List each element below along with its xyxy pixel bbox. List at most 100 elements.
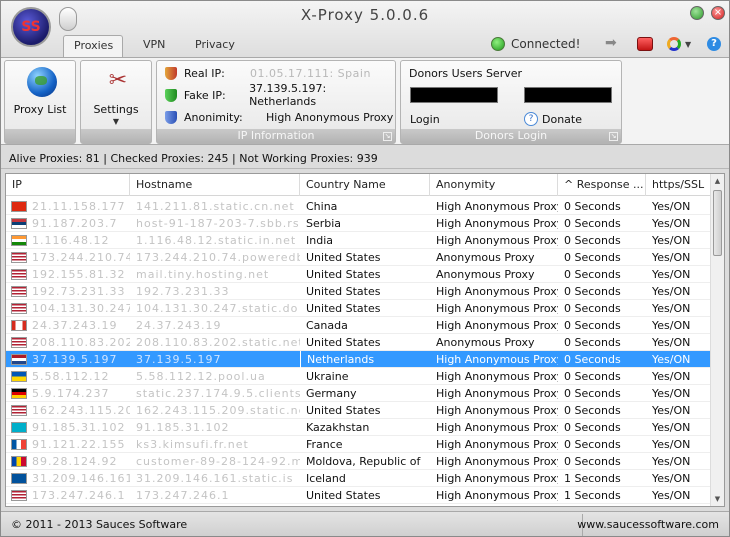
table-row[interactable]: 162.243.115.209 162.243.115.209.static.n…	[6, 402, 712, 419]
table-row[interactable]: 5.9.174.237 static.237.174.9.5.clients.n…	[6, 385, 712, 402]
column-header-hostname[interactable]: Hostname	[130, 174, 300, 196]
stop-icon[interactable]	[637, 37, 653, 51]
cell-ip: 21.11.158.177	[6, 198, 130, 215]
table-row[interactable]: 5.58.112.12 5.58.112.12.pool.ua Ukraine …	[6, 368, 712, 385]
table-row[interactable]: 24.37.243.19 24.37.243.19 Canada High An…	[6, 317, 712, 334]
proxy-list-footer	[5, 129, 75, 143]
column-header-ip[interactable]: IP	[6, 174, 130, 196]
cell-ip: 89.28.124.92	[6, 453, 130, 470]
table-row[interactable]: 91.121.22.155 ks3.kimsufi.fr.net France …	[6, 436, 712, 453]
vertical-scrollbar[interactable]: ▲ ▼	[710, 174, 724, 506]
table-row[interactable]: 192.155.81.32 mail.tiny.hosting.net Unit…	[6, 266, 712, 283]
column-header-country[interactable]: Country Name	[300, 174, 430, 196]
login-link[interactable]: Login	[410, 113, 440, 126]
anonimity-value: High Anonymous Proxy	[266, 110, 394, 124]
table-row[interactable]: 173.247.246.1 173.247.246.1 United State…	[6, 487, 712, 504]
cell-hostname: 192.73.231.33	[136, 285, 230, 298]
cell-anonymity: High Anonymous Proxy	[436, 285, 558, 298]
table-row[interactable]: 31.209.146.161 31.209.146.161.static.is …	[6, 470, 712, 487]
scroll-up-icon[interactable]: ▲	[711, 174, 724, 188]
ribbon: Proxy List ✂ Settings ▼ Real IP: 01.05.1…	[1, 57, 729, 145]
cell-hostname: ks3.kimsufi.fr.net	[136, 438, 249, 451]
fake-ip-row: Fake IP: 37.139.5.197: Netherlands	[165, 82, 395, 108]
cell-country: United States	[306, 404, 381, 417]
cell-ssl: Yes/ON	[652, 387, 691, 400]
donate-button[interactable]: ? Donate	[524, 112, 582, 126]
donors-title: Donors Users Server	[409, 67, 523, 80]
cell-hostname: mail.tiny.hosting.net	[136, 268, 270, 281]
cell-anonymity: High Anonymous Proxy	[436, 217, 558, 230]
table-row[interactable]: 21.11.158.177 141.211.81.static.cn.net C…	[6, 198, 712, 215]
theme-dropdown-icon[interactable]: ▼	[685, 40, 701, 54]
column-header-anonymity[interactable]: Anonymity	[430, 174, 558, 196]
ip-information-footer-text: IP Information	[237, 129, 315, 142]
ip-address: 104.131.30.247	[32, 302, 130, 315]
globe-icon	[27, 67, 57, 97]
table-row[interactable]: 1.116.48.12 1.116.48.12.static.in.net In…	[6, 232, 712, 249]
cell-ssl: Yes/ON	[652, 489, 691, 502]
table-row[interactable]: 104.131.30.247 104.131.30.247.static.do …	[6, 300, 712, 317]
arrow-right-icon[interactable]: ➡	[605, 36, 621, 51]
flag-icon	[11, 252, 27, 263]
expand-icon[interactable]: ↘	[609, 132, 618, 141]
cell-anonymity: High Anonymous Proxy	[436, 353, 558, 366]
shield-blue-icon	[165, 110, 177, 124]
table-row[interactable]: 173.244.210.74 173.244.210.74.poweredby …	[6, 249, 712, 266]
settings-button[interactable]: ✂ Settings ▼	[80, 60, 152, 144]
table-body: 21.11.158.177 141.211.81.static.cn.net C…	[6, 198, 712, 504]
cell-hostname: 173.244.210.74.poweredby	[136, 251, 300, 264]
proxy-summary: Alive Proxies: 81 | Checked Proxies: 245…	[1, 149, 729, 169]
cell-anonymity: High Anonymous Proxy	[436, 234, 558, 247]
cell-hostname: 37.139.5.197	[136, 353, 222, 366]
cell-ssl: Yes/ON	[652, 268, 691, 281]
cell-country: United States	[306, 336, 381, 349]
cell-country: China	[306, 200, 338, 213]
help-icon[interactable]: ?	[707, 37, 721, 51]
scroll-down-icon[interactable]: ▼	[711, 492, 724, 506]
cell-hostname: static.237.174.9.5.clients.net	[136, 387, 300, 400]
column-header-response[interactable]: ^ Response ...	[558, 174, 646, 196]
proxy-list-button[interactable]: Proxy List	[4, 60, 76, 144]
ip-address: 192.155.81.32	[32, 268, 126, 281]
cell-ssl: Yes/ON	[652, 438, 691, 451]
donate-label: Donate	[542, 112, 582, 126]
scroll-thumb[interactable]	[713, 190, 722, 256]
cell-ip: 91.121.22.155	[6, 436, 130, 453]
ip-address: 24.37.243.19	[32, 319, 118, 332]
tab-vpn[interactable]: VPN	[133, 35, 175, 57]
table-row[interactable]: 91.187.203.7 host-91-187-203-7.sbb.rs Se…	[6, 215, 712, 232]
cell-ssl: Yes/ON	[652, 336, 691, 349]
cell-anonymity: High Anonymous Proxy	[436, 489, 558, 502]
table-row[interactable]: 208.110.83.202 208.110.83.202.static.net…	[6, 334, 712, 351]
ip-address: 37.139.5.197	[32, 353, 118, 366]
cell-response: 0 Seconds	[564, 455, 621, 468]
cell-hostname: 5.58.112.12.pool.ua	[136, 370, 266, 383]
real-ip-row: Real IP: 01.05.17.111: Spain	[165, 65, 371, 81]
cell-anonymity: High Anonymous Proxy	[436, 421, 558, 434]
table-row[interactable]: 91.185.31.102 91.185.31.102 Kazakhstan H…	[6, 419, 712, 436]
table-row[interactable]: 37.139.5.197 37.139.5.197 Netherlands Hi…	[6, 351, 712, 368]
expand-icon[interactable]: ↘	[383, 132, 392, 141]
cell-country: United States	[306, 251, 381, 264]
close-button[interactable]: ×	[711, 6, 725, 20]
cell-anonymity: High Anonymous Proxy	[436, 302, 558, 315]
real-ip-value: 01.05.17.111: Spain	[250, 66, 371, 80]
cell-ip: 162.243.115.209	[6, 402, 130, 419]
ip-address: 208.110.83.202	[32, 336, 130, 349]
ip-address: 89.28.124.92	[32, 455, 118, 468]
proxy-list-label: Proxy List	[13, 103, 67, 116]
cell-ip: 208.110.83.202	[6, 334, 130, 351]
minimize-button[interactable]	[690, 6, 704, 20]
website-link[interactable]: www.saucessoftware.com	[577, 518, 719, 531]
cell-country: Moldova, Republic of	[306, 455, 421, 468]
table-row[interactable]: 89.28.124.92 customer-89-28-124-92.md Mo…	[6, 453, 712, 470]
ip-address: 91.185.31.102	[32, 421, 126, 434]
cell-hostname: 31.209.146.161.static.is	[136, 472, 294, 485]
username-field[interactable]	[410, 87, 498, 103]
color-ring-icon[interactable]	[667, 37, 681, 51]
tab-proxies[interactable]: Proxies	[63, 35, 123, 57]
table-row[interactable]: 192.73.231.33 192.73.231.33 United State…	[6, 283, 712, 300]
tab-privacy[interactable]: Privacy	[185, 35, 245, 57]
column-header-ssl[interactable]: https/SSL	[646, 174, 712, 196]
password-field[interactable]	[524, 87, 612, 103]
